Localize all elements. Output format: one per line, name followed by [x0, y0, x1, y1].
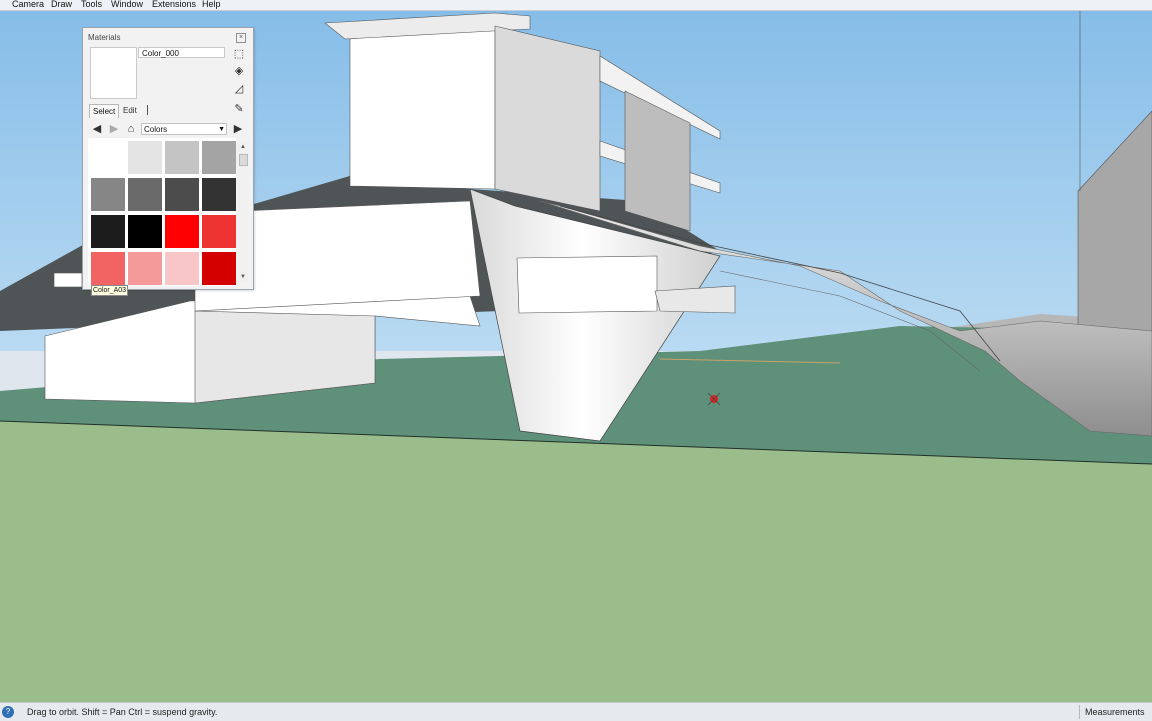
swatch[interactable] [128, 215, 162, 248]
tab-separator [147, 105, 148, 115]
tower-side [494, 25, 601, 212]
material-name-field[interactable]: Color_000 [138, 47, 225, 58]
ground-plane [0, 421, 1152, 702]
swatch-scrollbar[interactable]: ▲ ▼ [238, 142, 248, 282]
swatch[interactable] [165, 215, 199, 248]
tab-select[interactable]: Select [89, 104, 120, 118]
sample-paint-icon[interactable]: ◿ [232, 82, 246, 96]
tower-front [349, 25, 496, 190]
library-select[interactable]: Colors ▼ [141, 123, 227, 135]
swatch[interactable] [128, 252, 162, 285]
menu-bar: Camera Draw Tools Window Extensions Help [0, 0, 1152, 11]
details-arrow-icon[interactable]: ▶ [231, 122, 245, 136]
small-box [53, 272, 83, 288]
swatch[interactable] [128, 141, 162, 174]
scroll-up-icon[interactable]: ▲ [238, 142, 248, 152]
materials-panel: Materials × Color_000 ⬚ ◈ ◿ Select Edit … [82, 27, 254, 296]
status-hint: Drag to orbit. Shift = Pan Ctrl = suspen… [27, 707, 218, 717]
menu-camera[interactable]: Camera [12, 0, 44, 10]
library-value: Colors [144, 125, 168, 134]
swatch[interactable] [202, 178, 236, 211]
swatch[interactable] [202, 252, 236, 285]
swatch[interactable] [128, 178, 162, 211]
swatch[interactable] [91, 178, 125, 211]
scroll-down-icon[interactable]: ▼ [238, 272, 248, 282]
status-divider [1079, 705, 1080, 719]
close-icon[interactable]: × [236, 33, 246, 43]
tab-edit[interactable]: Edit [123, 104, 137, 117]
menu-window[interactable]: Window [111, 0, 143, 10]
wedge-window [516, 255, 658, 314]
chevron-down-icon: ▼ [218, 126, 225, 133]
swatch[interactable] [91, 215, 125, 248]
menu-tools[interactable]: Tools [81, 0, 102, 10]
swatch[interactable] [202, 141, 236, 174]
swatch[interactable] [202, 215, 236, 248]
eyedropper-icon[interactable]: ✎ [232, 102, 246, 116]
swatch[interactable] [165, 178, 199, 211]
swatch[interactable] [165, 141, 199, 174]
forward-arrow-icon[interactable]: ▶ [107, 122, 121, 136]
swatch[interactable] [91, 141, 125, 174]
help-icon[interactable]: ? [2, 706, 14, 718]
swatch-grid [88, 138, 236, 286]
materials-title: Materials [88, 33, 121, 42]
menu-extensions[interactable]: Extensions [152, 0, 196, 10]
create-material-icon[interactable]: ⬚ [232, 47, 246, 61]
swatch[interactable] [165, 252, 199, 285]
default-material-icon[interactable]: ◈ [232, 64, 246, 78]
status-bar: ? Drag to orbit. Shift = Pan Ctrl = susp… [0, 702, 1152, 721]
swatch[interactable] [91, 252, 125, 285]
scroll-thumb[interactable] [239, 154, 248, 166]
menu-draw[interactable]: Draw [51, 0, 72, 10]
menu-help[interactable]: Help [202, 0, 221, 10]
swatch-tooltip: Color_A03 [91, 285, 129, 296]
back-arrow-icon[interactable]: ◀ [90, 122, 104, 136]
material-preview [90, 47, 137, 99]
home-icon[interactable]: ⌂ [124, 122, 138, 136]
measurements-label: Measurements [1085, 707, 1145, 717]
